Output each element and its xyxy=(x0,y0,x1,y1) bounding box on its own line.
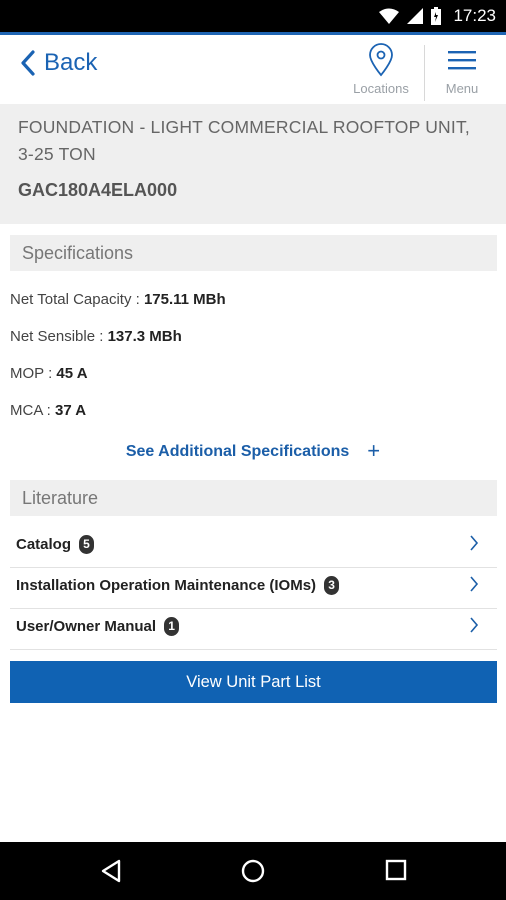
spec-value: 137.3 MBh xyxy=(107,328,182,345)
nav-back-icon[interactable] xyxy=(100,859,122,883)
count-badge: 3 xyxy=(324,576,340,595)
header-divider xyxy=(424,45,425,101)
status-bar: 17:23 xyxy=(0,0,506,32)
spec-label: Net Total Capacity : xyxy=(10,291,144,308)
product-name: FOUNDATION - LIGHT COMMERCIAL ROOFTOP UN… xyxy=(18,117,470,164)
chevron-left-icon xyxy=(21,50,35,76)
literature-item-label: Installation Operation Maintenance (IOMs… xyxy=(16,577,317,594)
spec-value: 45 A xyxy=(56,365,88,382)
spec-value: 37 A xyxy=(55,402,87,419)
menu-button[interactable]: Menu xyxy=(438,43,486,96)
map-pin-icon xyxy=(369,43,393,77)
back-label: Back xyxy=(44,49,98,76)
spec-label: Net Sensible : xyxy=(10,328,108,345)
spec-label: MCA : xyxy=(10,402,56,419)
cell-signal-icon xyxy=(407,8,424,24)
chevron-right-icon xyxy=(470,617,479,633)
specifications-header: Specifications xyxy=(10,235,497,271)
status-icons: 17:23 xyxy=(379,0,496,32)
chevron-right-icon xyxy=(470,576,479,592)
plus-icon: + xyxy=(367,438,381,463)
locations-label: Locations xyxy=(353,81,409,96)
literature-header: Literature xyxy=(10,480,497,516)
literature-item-label: User/Owner Manual xyxy=(16,618,157,635)
spec-row: Net Total Capacity : 175.11 MBh xyxy=(10,291,226,308)
product-model-number: GAC180A4ELA000 xyxy=(18,180,178,200)
literature-item-catalog[interactable]: Catalog 5 xyxy=(10,527,497,568)
back-button[interactable]: Back xyxy=(20,49,97,77)
spec-row: MOP : 45 A xyxy=(10,365,88,382)
literature-item-ioms[interactable]: Installation Operation Maintenance (IOMs… xyxy=(10,568,497,609)
hamburger-menu-icon xyxy=(448,51,476,70)
literature-item-user-owner-manual[interactable]: User/Owner Manual 1 xyxy=(10,609,497,650)
system-nav-bar xyxy=(0,842,506,900)
spec-label: MOP : xyxy=(10,365,57,382)
literature-item-label: Catalog xyxy=(16,536,72,553)
view-unit-part-list-button[interactable]: View Unit Part List xyxy=(10,661,497,703)
nav-home-icon[interactable] xyxy=(241,859,265,883)
locations-button[interactable]: Locations xyxy=(348,43,414,96)
spec-row: MCA : 37 A xyxy=(10,402,86,419)
spec-value: 175.11 MBh xyxy=(143,291,226,308)
wifi-icon xyxy=(379,8,400,24)
nav-recents-icon[interactable] xyxy=(385,859,407,881)
menu-label: Menu xyxy=(445,81,479,96)
spec-row: Net Sensible : 137.3 MBh xyxy=(10,328,182,345)
count-badge: 1 xyxy=(164,617,180,636)
battery-icon xyxy=(431,7,442,25)
product-summary: FOUNDATION - LIGHT COMMERCIAL ROOFTOP UN… xyxy=(0,104,506,224)
clock: 17:23 xyxy=(453,6,496,25)
see-more-label: See Additional Specifications xyxy=(125,443,350,460)
chevron-right-icon xyxy=(470,535,479,551)
see-additional-specifications-link[interactable]: See Additional Specifications + xyxy=(0,438,506,464)
count-badge: 5 xyxy=(79,535,95,554)
app-header: Back Locations Menu xyxy=(0,32,506,104)
